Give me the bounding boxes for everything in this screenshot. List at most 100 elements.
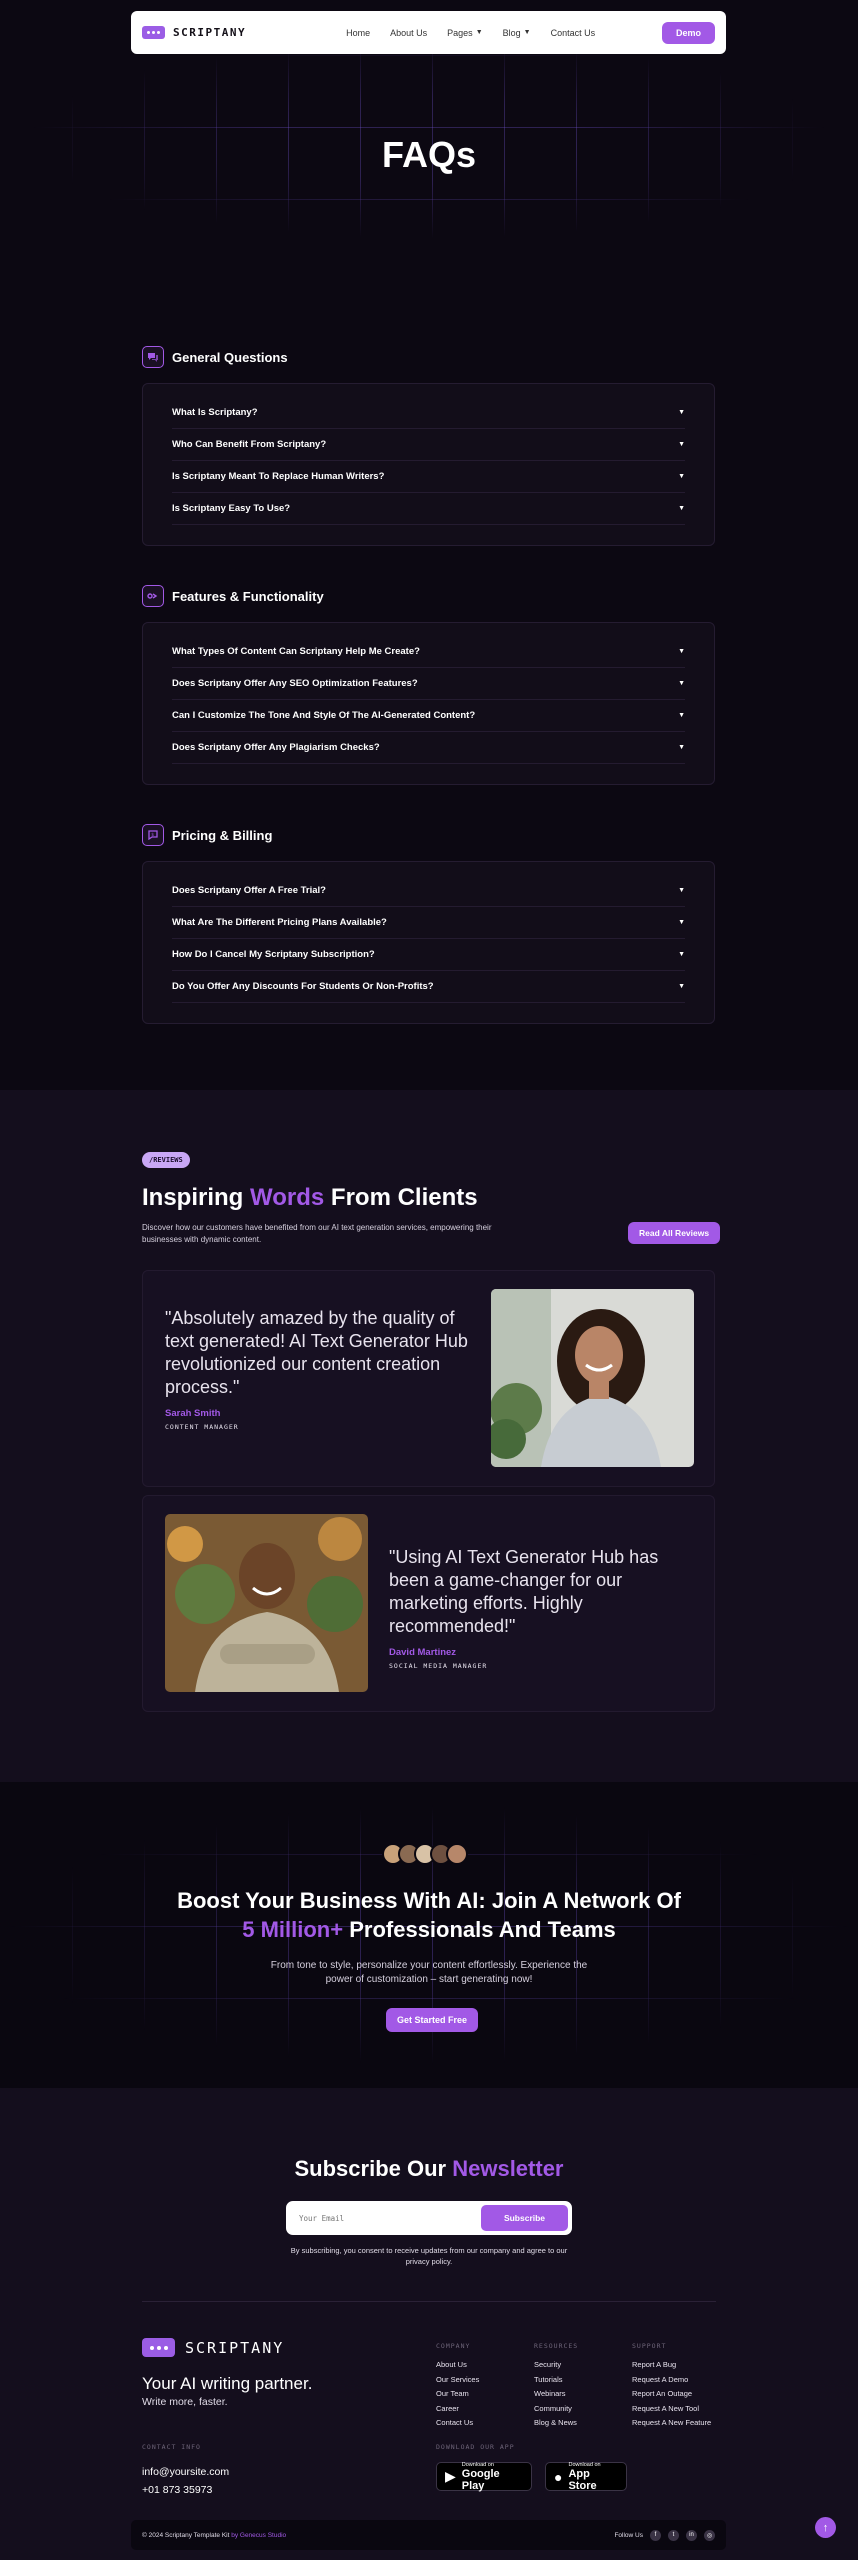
footer-link[interactable]: Community <box>534 2402 578 2417</box>
footer-link[interactable]: Report An Outage <box>632 2387 711 2402</box>
review-card: "Using AI Text Generator Hub has been a … <box>142 1495 715 1712</box>
faq-item[interactable]: Does Scriptany Offer Any SEO Optimizatio… <box>172 668 685 700</box>
cta-section: Boost Your Business With AI: Join A Netw… <box>0 1782 858 2088</box>
caret-down-icon: ▼ <box>678 505 685 512</box>
chevron-down-icon: ▼ <box>475 29 483 36</box>
faq-group-general: General Questions What Is Scriptany? ▼ Wh… <box>142 345 715 546</box>
faq-group-pricing: $ Pricing & Billing Does Scriptany Offer… <box>142 823 715 1024</box>
footer-link[interactable]: Our Services <box>436 2373 479 2388</box>
faq-item[interactable]: Is Scriptany Meant To Replace Human Writ… <box>172 461 685 493</box>
twitter-icon[interactable]: t <box>668 2529 679 2541</box>
facebook-icon[interactable]: f <box>650 2529 661 2541</box>
subscribe-button[interactable]: Subscribe <box>481 2205 568 2231</box>
caret-down-icon: ▼ <box>678 473 685 480</box>
page-title: FAQs <box>381 134 477 175</box>
review-card: "Absolutely amazed by the quality of tex… <box>142 1270 715 1487</box>
google-play-button[interactable]: ▶ Download on Google Play <box>436 2462 532 2492</box>
chat-bubbles-icon <box>142 346 164 368</box>
dollar-bubble-icon: $ <box>142 824 164 846</box>
review-role: SOCIAL MEDIA MANAGER <box>389 1662 488 1670</box>
footer-link[interactable]: Security <box>534 2358 578 2373</box>
footer-link[interactable]: Tutorials <box>534 2373 578 2388</box>
caret-down-icon: ▼ <box>678 887 685 894</box>
social-links: Follow Us f t in ◎ <box>614 2529 715 2541</box>
app-store-button[interactable]: ● Download on App Store <box>545 2462 627 2492</box>
faq-item[interactable]: Do You Offer Any Discounts For Students … <box>172 971 685 1003</box>
faq-item[interactable]: Can I Customize The Tone And Style Of Th… <box>172 700 685 732</box>
demo-button[interactable]: Demo <box>661 21 715 44</box>
footer-link[interactable]: Request A New Feature <box>632 2416 711 2431</box>
footer-link[interactable]: About Us <box>436 2358 479 2373</box>
reviewer-photo-woman <box>491 1289 694 1467</box>
faq-group-title: Pricing & Billing <box>172 827 273 843</box>
sliders-icon <box>142 585 164 607</box>
footer-link[interactable]: Career <box>436 2402 479 2417</box>
back-to-top-button[interactable]: ↑ <box>815 2517 836 2538</box>
review-quote: "Absolutely amazed by the quality of tex… <box>165 1308 468 1397</box>
caret-down-icon: ▼ <box>678 919 685 926</box>
logo-icon <box>142 2338 175 2357</box>
footer-link[interactable]: Request A Demo <box>632 2373 711 2388</box>
nav-link-contact[interactable]: Contact Us <box>551 28 596 38</box>
footer-link[interactable]: Contact Us <box>436 2416 479 2431</box>
nav-link-home[interactable]: Home <box>346 28 370 38</box>
follow-label: Follow Us <box>614 2531 643 2539</box>
faq-item[interactable]: How Do I Cancel My Scriptany Subscriptio… <box>172 939 685 971</box>
caret-down-icon: ▼ <box>678 744 685 751</box>
faq-card: What Types Of Content Can Scriptany Help… <box>142 622 715 785</box>
nav-link-about[interactable]: About Us <box>390 28 427 38</box>
footer-column-company: COMPANY About Us Our Services Our Team C… <box>436 2342 479 2431</box>
faq-item[interactable]: Does Scriptany Offer Any Plagiarism Chec… <box>172 732 685 764</box>
footer-link[interactable]: Blog & News <box>534 2416 578 2431</box>
faq-item[interactable]: What Are The Different Pricing Plans Ava… <box>172 907 685 939</box>
logo-icon <box>142 26 165 39</box>
caret-down-icon: ▼ <box>678 712 685 719</box>
contact-phone[interactable]: +01 873 35973 <box>142 2484 212 2496</box>
cta-description: From tone to style, personalize your con… <box>270 1960 588 1985</box>
caret-down-icon: ▼ <box>678 648 685 655</box>
contact-email[interactable]: info@yoursite.com <box>142 2466 229 2478</box>
reviews-pill: /REVIEWS <box>142 1152 190 1168</box>
newsletter-footer-section: Subscribe Our Newsletter Subscribe By su… <box>0 2088 858 2560</box>
studio-link[interactable]: by Genecus Studio <box>231 2532 286 2539</box>
faq-item[interactable]: Who Can Benefit From Scriptany? ▼ <box>172 429 685 461</box>
caret-down-icon: ▼ <box>678 680 685 687</box>
footer-logo[interactable]: SCRIPTANY <box>142 2338 284 2357</box>
footer-link[interactable]: Webinars <box>534 2387 578 2402</box>
avatar-group <box>382 1843 468 1865</box>
footer-link[interactable]: Report A Bug <box>632 2358 711 2373</box>
review-author: Sarah Smith <box>165 1408 221 1419</box>
nav-link-blog[interactable]: Blog ▼ <box>503 28 531 38</box>
faq-item[interactable]: Is Scriptany Easy To Use? ▼ <box>172 493 685 525</box>
footer-divider <box>142 2301 716 2302</box>
chevron-down-icon: ▼ <box>523 29 531 36</box>
reviewer-photo-man <box>165 1514 368 1692</box>
faq-item[interactable]: What Types Of Content Can Scriptany Help… <box>172 636 685 668</box>
caret-down-icon: ▼ <box>678 409 685 416</box>
apple-icon: ● <box>554 2468 563 2485</box>
reviews-description: Discover how our customers have benefite… <box>142 1223 492 1244</box>
newsletter-form: Subscribe <box>286 2201 572 2235</box>
footer-tagline-sub: Write more, faster. <box>142 2396 228 2408</box>
nav-link-pages[interactable]: Pages ▼ <box>447 28 482 38</box>
logo-text: SCRIPTANY <box>173 26 247 39</box>
instagram-icon[interactable]: ◎ <box>704 2529 715 2541</box>
read-all-reviews-button[interactable]: Read All Reviews <box>628 1222 721 1244</box>
footer-link[interactable]: Our Team <box>436 2387 479 2402</box>
email-input[interactable] <box>289 2213 481 2223</box>
footer-tagline: Your AI writing partner. <box>142 2374 313 2393</box>
faq-group-title: General Questions <box>172 349 288 365</box>
get-started-button[interactable]: Get Started Free <box>386 2008 479 2032</box>
footer-link[interactable]: Request A New Tool <box>632 2402 711 2417</box>
faq-item[interactable]: Does Scriptany Offer A Free Trial? ▼ <box>172 875 685 907</box>
linkedin-icon[interactable]: in <box>686 2529 697 2541</box>
nav-links: Home About Us Pages ▼ Blog ▼ Contact Us <box>346 28 595 38</box>
contact-heading: CONTACT INFO <box>142 2443 201 2451</box>
faq-item[interactable]: What Is Scriptany? ▼ <box>172 397 685 429</box>
review-author: David Martinez <box>389 1647 457 1658</box>
footer-column-resources: RESOURCES Security Tutorials Webinars Co… <box>534 2342 578 2431</box>
cta-title: Boost Your Business With AI: Join A Netw… <box>177 1888 681 1942</box>
logo[interactable]: SCRIPTANY <box>142 26 246 39</box>
caret-down-icon: ▼ <box>678 441 685 448</box>
svg-text:$: $ <box>151 832 154 838</box>
